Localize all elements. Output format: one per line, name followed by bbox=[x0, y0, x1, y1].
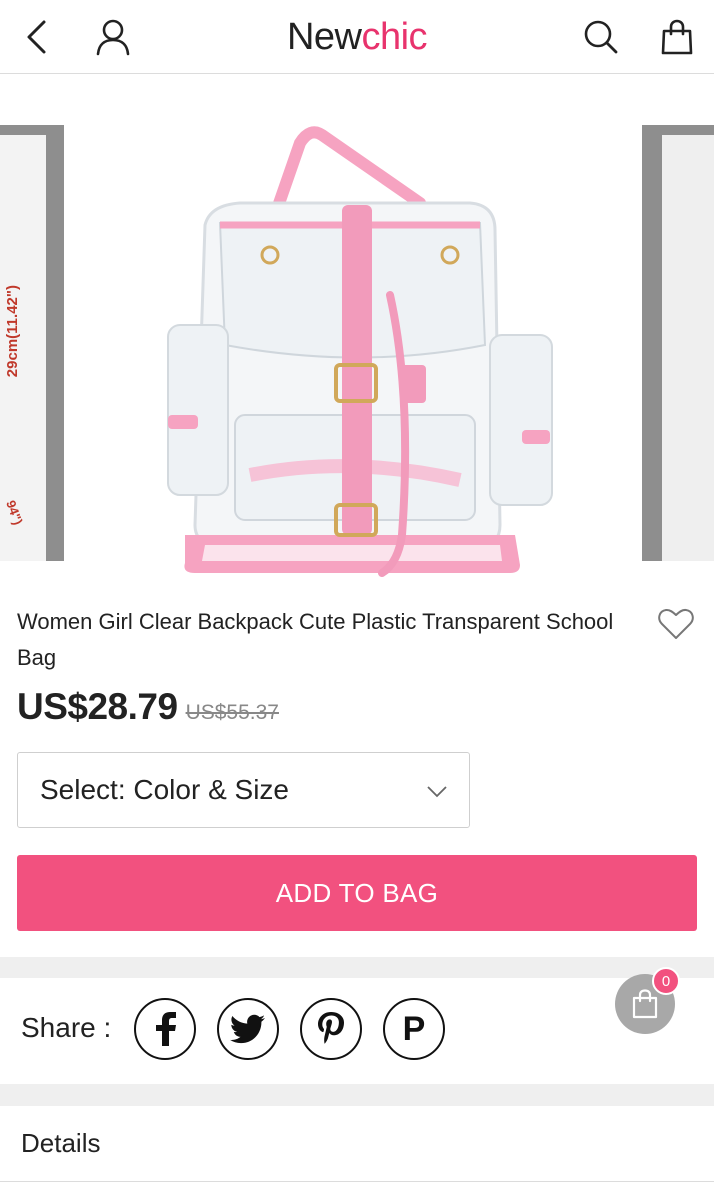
size-annotation-text-2: 94") bbox=[3, 498, 26, 527]
shopping-bag-icon bbox=[632, 989, 658, 1019]
twitter-icon bbox=[230, 1014, 265, 1044]
share-twitter-button[interactable] bbox=[217, 998, 279, 1060]
previous-image-peek[interactable]: 29cm(11.42") 94") bbox=[0, 125, 64, 561]
next-image-peek[interactable] bbox=[642, 125, 714, 561]
share-section: Share : P bbox=[0, 978, 714, 1084]
share-label: Share : bbox=[21, 1012, 112, 1043]
product-image-carousel[interactable]: 29cm(11.42") 94") bbox=[0, 75, 714, 595]
search-icon bbox=[584, 20, 618, 54]
chevron-down-icon bbox=[427, 786, 447, 798]
section-divider bbox=[0, 957, 714, 978]
top-nav-bar: Newchic bbox=[0, 0, 714, 74]
clear-backpack-image bbox=[167, 126, 553, 577]
price-row: US$28.79 US$55.37 bbox=[17, 686, 279, 728]
details-label: Details bbox=[21, 1128, 101, 1158]
heart-icon bbox=[658, 608, 694, 639]
add-to-bag-button[interactable]: ADD TO BAG bbox=[17, 855, 697, 931]
pinterest-icon bbox=[318, 1012, 344, 1044]
share-pinterest-button[interactable] bbox=[300, 998, 362, 1060]
bag-button[interactable] bbox=[654, 14, 700, 60]
wishlist-button[interactable] bbox=[656, 604, 696, 644]
p-icon: P bbox=[402, 1009, 426, 1048]
size-annotation-text: 29cm(11.42") bbox=[4, 285, 21, 378]
color-size-select-label: Select: Color & Size bbox=[40, 774, 289, 805]
share-p-button[interactable]: P bbox=[383, 998, 445, 1060]
previous-image-surface: 29cm(11.42") 94") bbox=[0, 135, 46, 561]
facebook-icon bbox=[156, 1012, 176, 1046]
cart-count-badge: 0 bbox=[652, 967, 680, 995]
product-title: Women Girl Clear Backpack Cute Plastic T… bbox=[17, 609, 614, 670]
details-section-header[interactable]: Details bbox=[0, 1106, 714, 1182]
search-button[interactable] bbox=[578, 14, 624, 60]
shopping-bag-icon bbox=[661, 19, 693, 55]
original-price: US$55.37 bbox=[185, 701, 279, 724]
section-divider bbox=[0, 1084, 714, 1106]
next-image-surface bbox=[662, 135, 714, 561]
current-price: US$28.79 bbox=[17, 686, 178, 727]
share-facebook-button[interactable] bbox=[134, 998, 196, 1060]
color-size-select[interactable]: Select: Color & Size bbox=[17, 752, 470, 828]
